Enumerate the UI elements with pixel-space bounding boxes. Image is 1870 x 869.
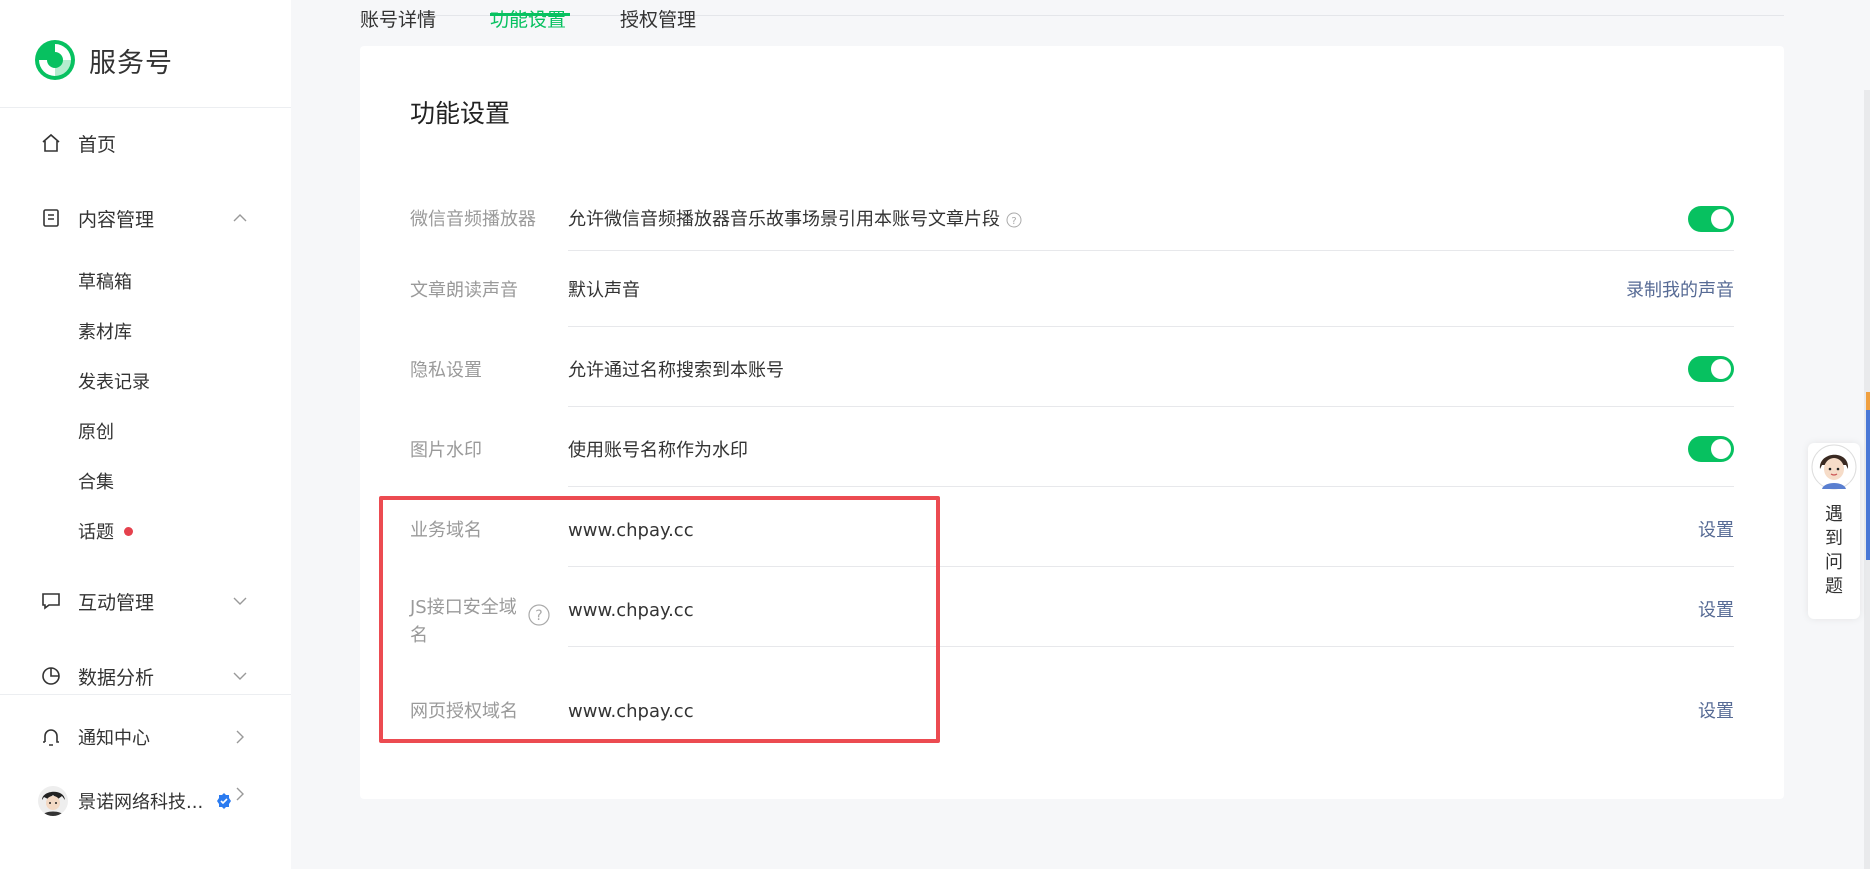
setting-value: 使用账号名称作为水印	[568, 440, 748, 461]
setting-row-web-auth-domain: 网页授权域名 www.chpay.cc 设置	[410, 698, 1734, 738]
setting-label: 图片水印	[410, 440, 482, 461]
toggle-knob	[1711, 209, 1731, 229]
sidebar-subitem-publish-records[interactable]: 发表记录	[78, 368, 150, 394]
sidebar-item-home[interactable]: 首页	[40, 128, 116, 158]
help-float-char: 问	[1825, 552, 1843, 573]
sidebar-item-interaction[interactable]: 互动管理	[40, 586, 154, 616]
help-float-char: 题	[1825, 576, 1843, 597]
help-float-char: 遇	[1825, 504, 1843, 525]
setting-label: 网页授权域名	[410, 701, 518, 722]
setting-row-watermark: 图片水印 使用账号名称作为水印	[410, 434, 1734, 514]
chevron-down-icon[interactable]	[232, 593, 248, 609]
wechat-service-logo-icon	[35, 40, 75, 80]
settings-card: 功能设置 微信音频播放器 允许微信音频播放器音乐故事场景引用本账号文章片段 ? …	[360, 46, 1784, 799]
chevron-right-icon[interactable]	[232, 786, 248, 802]
setting-value: www.chpay.cc	[568, 520, 694, 541]
setting-label: 文章朗读声音	[410, 280, 518, 301]
verified-badge-icon	[217, 793, 232, 809]
setting-label: 微信音频播放器	[410, 209, 536, 230]
help-icon[interactable]: ?	[1006, 212, 1022, 228]
comment-icon	[42, 593, 60, 610]
bell-icon	[43, 729, 59, 746]
sidebar-subitem-materials[interactable]: 素材库	[78, 318, 132, 344]
sidebar-subitem-original[interactable]: 原创	[78, 418, 114, 444]
chevron-right-icon[interactable]	[232, 729, 248, 745]
user-account[interactable]: 景诺网络科技...	[38, 786, 233, 816]
business-domain-set-button[interactable]: 设置	[1698, 517, 1734, 545]
chevron-down-icon[interactable]	[232, 668, 248, 684]
row-divider	[568, 646, 1734, 647]
setting-row-privacy: 隐私设置 允许通过名称搜索到本账号	[410, 354, 1734, 434]
setting-label-line: JS接口安全域	[410, 597, 517, 618]
toggle-knob	[1711, 439, 1731, 459]
setting-label: 业务域名	[410, 520, 482, 541]
help-icon[interactable]: ?	[528, 604, 550, 626]
tab-authorization[interactable]: 授权管理	[620, 5, 696, 29]
sidebar-divider	[0, 694, 291, 695]
web-auth-domain-set-button[interactable]: 设置	[1698, 698, 1734, 726]
side-accent	[1866, 392, 1870, 412]
sidebar-divider	[0, 107, 291, 108]
setting-value-text: 允许微信音频播放器音乐故事场景引用本账号文章片段	[568, 209, 1000, 230]
brand[interactable]: 服务号	[33, 36, 173, 84]
sidebar-item-label: 数据分析	[78, 666, 155, 689]
js-domain-set-button[interactable]: 设置	[1698, 597, 1734, 625]
setting-label: JS接口安全域 名	[410, 594, 517, 650]
setting-label: 隐私设置	[410, 360, 482, 381]
side-accent	[1866, 410, 1870, 560]
row-divider	[568, 326, 1734, 327]
tab-feature-settings[interactable]: 功能设置	[490, 5, 566, 29]
sidebar-subitem-collections[interactable]: 合集	[78, 468, 114, 494]
row-divider	[568, 486, 1734, 487]
setting-value: 默认声音	[568, 280, 640, 301]
tabs-divider: 账号详情 功能设置 授权管理	[360, 9, 1784, 29]
privacy-toggle[interactable]	[1688, 356, 1734, 382]
sidebar-item-content[interactable]: 内容管理	[40, 203, 154, 233]
user-name: 景诺网络科技...	[78, 792, 204, 813]
sidebar-subitem-label: 话题	[78, 522, 114, 543]
setting-row-business-domain: 业务域名 www.chpay.cc 设置	[410, 514, 1734, 594]
row-divider	[568, 250, 1734, 251]
chevron-up-icon[interactable]	[232, 210, 248, 226]
setting-value: www.chpay.cc	[568, 600, 694, 621]
tab-account-details[interactable]: 账号详情	[360, 5, 436, 29]
page-title: 功能设置	[410, 99, 511, 128]
setting-value: www.chpay.cc	[568, 701, 694, 722]
home-icon	[42, 133, 60, 152]
row-divider	[568, 406, 1734, 407]
row-divider	[568, 566, 1734, 567]
setting-row-read-voice: 文章朗读声音 默认声音 录制我的声音	[410, 274, 1734, 354]
setting-row-js-domain: JS接口安全域 名 ? www.chpay.cc 设置	[410, 594, 1734, 674]
watermark-toggle[interactable]	[1688, 436, 1734, 462]
audio-player-toggle[interactable]	[1688, 206, 1734, 232]
setting-row-audio-player: 微信音频播放器 允许微信音频播放器音乐故事场景引用本账号文章片段 ?	[410, 194, 1734, 274]
pie-chart-icon	[42, 667, 60, 685]
sidebar-item-label: 内容管理	[78, 208, 155, 231]
sidebar-subitem-drafts[interactable]: 草稿箱	[78, 268, 132, 294]
sidebar: 服务号 首页 内容管理 草稿箱 素材库 发表记录 原创 合集 话题 互动管理 数…	[0, 0, 291, 869]
setting-value: 允许微信音频播放器音乐故事场景引用本账号文章片段 ?	[568, 206, 1022, 234]
document-icon	[43, 209, 59, 227]
setting-label-line: 名	[410, 625, 428, 646]
record-voice-link[interactable]: 录制我的声音	[1626, 277, 1734, 305]
sidebar-item-label: 首页	[78, 133, 117, 156]
sidebar-subitem-topics[interactable]: 话题	[78, 518, 133, 544]
svg-text:?: ?	[1011, 216, 1016, 227]
svg-text:?: ?	[535, 608, 542, 624]
toggle-knob	[1711, 359, 1731, 379]
help-float-char: 到	[1825, 528, 1843, 549]
sidebar-item-analytics[interactable]: 数据分析	[40, 661, 154, 691]
help-float-text: 遇 到 问 题	[1808, 503, 1860, 599]
sidebar-item-label: 通知中心	[78, 728, 150, 749]
badge-dot	[124, 526, 133, 536]
avatar	[38, 786, 68, 816]
help-float-button[interactable]: 遇 到 问 题	[1808, 443, 1860, 619]
active-tab-underline	[490, 13, 570, 16]
setting-value: 允许通过名称搜索到本账号	[568, 360, 784, 381]
sidebar-item-notifications[interactable]: 通知中心	[40, 722, 150, 752]
sidebar-item-label: 互动管理	[78, 591, 155, 614]
support-avatar-icon	[1811, 444, 1857, 490]
brand-name: 服务号	[89, 47, 173, 79]
